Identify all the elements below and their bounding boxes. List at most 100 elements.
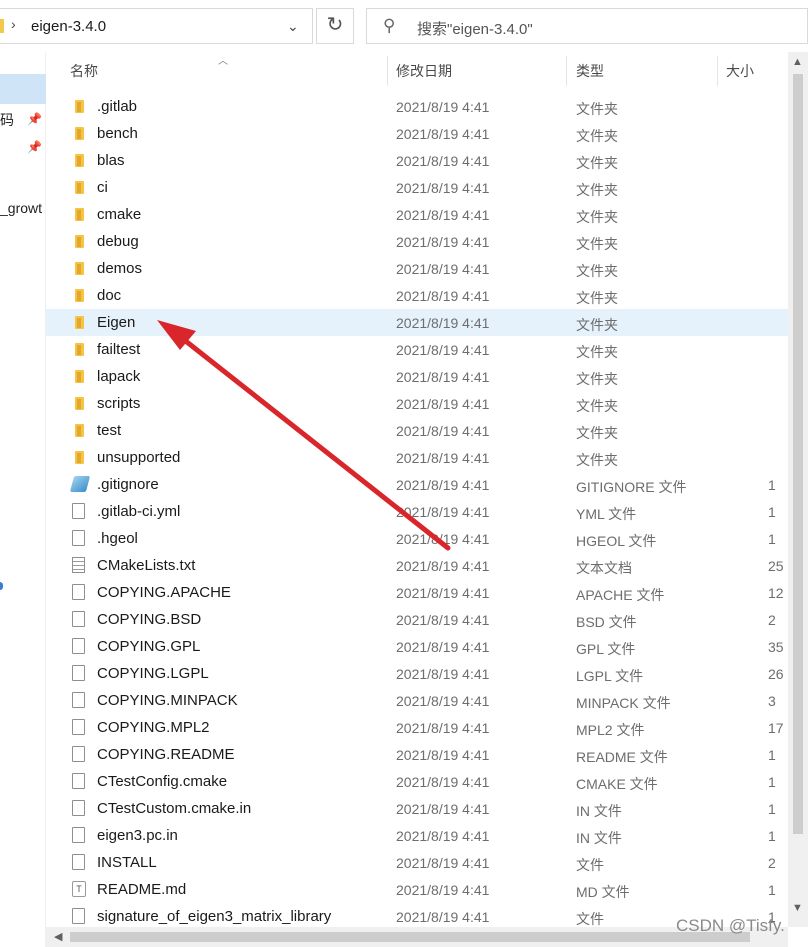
file-modified-date: 2021/8/19 4:41 <box>396 639 490 655</box>
nav-item-selected[interactable] <box>0 74 46 104</box>
file-row[interactable]: COPYING.LGPL 2021/8/19 4:41 LGPL 文件 26 <box>46 660 788 687</box>
folder-row[interactable]: cmake 2021/8/19 4:41 文件夹 <box>46 201 788 228</box>
folder-row[interactable]: doc 2021/8/19 4:41 文件夹 <box>46 282 788 309</box>
file-row[interactable]: .gitlab-ci.yml 2021/8/19 4:41 YML 文件 1 <box>46 498 788 525</box>
file-name: COPYING.README <box>97 746 235 763</box>
file-icon <box>72 746 85 762</box>
file-modified-date: 2021/8/19 4:41 <box>396 504 490 520</box>
scroll-down-icon[interactable]: ▼ <box>792 902 803 914</box>
file-icon <box>72 611 85 627</box>
file-modified-date: 2021/8/19 4:41 <box>396 153 490 169</box>
file-row[interactable]: CTestCustom.cmake.in 2021/8/19 4:41 IN 文件 1 <box>46 795 788 822</box>
file-type: 文件夹 <box>576 290 618 306</box>
file-size: 1 <box>768 828 776 844</box>
file-row[interactable]: INSTALL 2021/8/19 4:41 文件 2 <box>46 849 788 876</box>
folder-row[interactable]: failtest 2021/8/19 4:41 文件夹 <box>46 336 788 363</box>
file-modified-date: 2021/8/19 4:41 <box>396 747 490 763</box>
file-modified-date: 2021/8/19 4:41 <box>396 126 490 142</box>
vertical-scrollbar[interactable]: ▲ ▼ <box>788 52 808 927</box>
column-header-size[interactable]: 大小 <box>726 61 754 81</box>
folder-row[interactable]: scripts 2021/8/19 4:41 文件夹 <box>46 390 788 417</box>
folder-icon <box>72 233 88 249</box>
folder-row[interactable]: unsupported 2021/8/19 4:41 文件夹 <box>46 444 788 471</box>
column-divider[interactable] <box>717 56 718 86</box>
file-name: COPYING.LGPL <box>97 665 209 682</box>
scroll-up-icon[interactable]: ▲ <box>792 56 803 68</box>
file-type: 文件夹 <box>576 371 618 387</box>
folder-row[interactable]: ci 2021/8/19 4:41 文件夹 <box>46 174 788 201</box>
column-header-name[interactable]: 名称 <box>70 61 98 81</box>
file-size: 1 <box>768 747 776 763</box>
file-row[interactable]: COPYING.BSD 2021/8/19 4:41 BSD 文件 2 <box>46 606 788 633</box>
folder-row[interactable]: test 2021/8/19 4:41 文件夹 <box>46 417 788 444</box>
scroll-left-icon[interactable]: ◀ <box>54 930 62 943</box>
file-row[interactable]: COPYING.APACHE 2021/8/19 4:41 APACHE 文件 12 <box>46 579 788 606</box>
file-icon <box>72 530 85 546</box>
file-row[interactable]: COPYING.MINPACK 2021/8/19 4:41 MINPACK 文件 3 <box>46 687 788 714</box>
folder-row[interactable]: lapack 2021/8/19 4:41 文件夹 <box>46 363 788 390</box>
folder-icon <box>0 19 4 33</box>
folder-row[interactable]: .gitlab 2021/8/19 4:41 文件夹 <box>46 93 788 120</box>
file-row[interactable]: CTestConfig.cmake 2021/8/19 4:41 CMAKE 文件 1 <box>46 768 788 795</box>
folder-icon <box>72 395 88 411</box>
folder-icon <box>72 287 88 303</box>
file-row[interactable]: T README.md 2021/8/19 4:41 MD 文件 1 <box>46 876 788 903</box>
file-modified-date: 2021/8/19 4:41 <box>396 396 490 412</box>
file-type: 文件夹 <box>576 452 618 468</box>
search-box[interactable]: ⚲ 搜索"eigen-3.4.0" <box>366 8 808 44</box>
file-name: README.md <box>97 881 187 898</box>
search-input[interactable]: 搜索"eigen-3.4.0" <box>417 18 533 39</box>
file-row[interactable]: .gitignore 2021/8/19 4:41 GITIGNORE 文件 1 <box>46 471 788 498</box>
file-row[interactable]: COPYING.MPL2 2021/8/19 4:41 MPL2 文件 17 <box>46 714 788 741</box>
file-row[interactable]: CMakeLists.txt 2021/8/19 4:41 文本文档 25 <box>46 552 788 579</box>
file-type: 文件 <box>576 911 604 927</box>
file-type: MD 文件 <box>576 884 630 900</box>
file-size: 35 <box>768 639 784 655</box>
git-file-icon <box>69 476 91 492</box>
nav-item-label[interactable]: _growt <box>0 200 42 216</box>
file-modified-date: 2021/8/19 4:41 <box>396 585 490 601</box>
file-row[interactable]: .hgeol 2021/8/19 4:41 HGEOL 文件 1 <box>46 525 788 552</box>
address-bar[interactable]: › eigen-3.4.0 ⌄ <box>0 8 313 44</box>
column-header-type[interactable]: 类型 <box>576 61 604 81</box>
file-name: cmake <box>97 206 142 223</box>
file-name: COPYING.BSD <box>97 611 202 628</box>
refresh-button[interactable]: ↻ <box>316 8 354 44</box>
file-name: .gitignore <box>97 476 159 493</box>
file-name: COPYING.APACHE <box>97 584 231 601</box>
file-size: 12 <box>768 585 784 601</box>
file-icon <box>72 638 85 654</box>
folder-row[interactable]: blas 2021/8/19 4:41 文件夹 <box>46 147 788 174</box>
folder-row[interactable]: demos 2021/8/19 4:41 文件夹 <box>46 255 788 282</box>
breadcrumb-current[interactable]: eigen-3.4.0 <box>31 18 106 35</box>
file-type: 文本文档 <box>576 560 632 576</box>
scrollbar-thumb[interactable] <box>793 74 803 834</box>
file-icon <box>72 665 85 681</box>
file-name: CTestConfig.cmake <box>97 773 228 790</box>
column-divider[interactable] <box>387 56 388 86</box>
scrollbar-thumb[interactable] <box>70 932 750 942</box>
file-size: 1 <box>768 477 776 493</box>
folder-icon <box>72 314 88 330</box>
file-type: MINPACK 文件 <box>576 695 671 711</box>
file-name: COPYING.MPL2 <box>97 719 210 736</box>
folder-row[interactable]: bench 2021/8/19 4:41 文件夹 <box>46 120 788 147</box>
file-name: .gitlab-ci.yml <box>97 503 181 520</box>
file-size: 2 <box>768 855 776 871</box>
column-divider[interactable] <box>566 56 567 86</box>
nav-item-label[interactable]: 码 <box>0 110 14 130</box>
file-modified-date: 2021/8/19 4:41 <box>396 774 490 790</box>
file-type: 文件夹 <box>576 155 618 171</box>
folder-icon <box>72 206 88 222</box>
file-type: IN 文件 <box>576 803 622 819</box>
chevron-down-icon[interactable]: ⌄ <box>287 18 299 35</box>
breadcrumb-separator-icon[interactable]: › <box>11 16 16 32</box>
column-header-date[interactable]: 修改日期 <box>396 61 452 81</box>
file-row[interactable]: eigen3.pc.in 2021/8/19 4:41 IN 文件 1 <box>46 822 788 849</box>
file-row[interactable]: COPYING.GPL 2021/8/19 4:41 GPL 文件 35 <box>46 633 788 660</box>
file-size: 1 <box>768 504 776 520</box>
folder-row[interactable]: Eigen 2021/8/19 4:41 文件夹 <box>46 309 788 336</box>
markdown-file-icon: T <box>72 881 86 897</box>
folder-row[interactable]: debug 2021/8/19 4:41 文件夹 <box>46 228 788 255</box>
file-row[interactable]: COPYING.README 2021/8/19 4:41 README 文件 1 <box>46 741 788 768</box>
